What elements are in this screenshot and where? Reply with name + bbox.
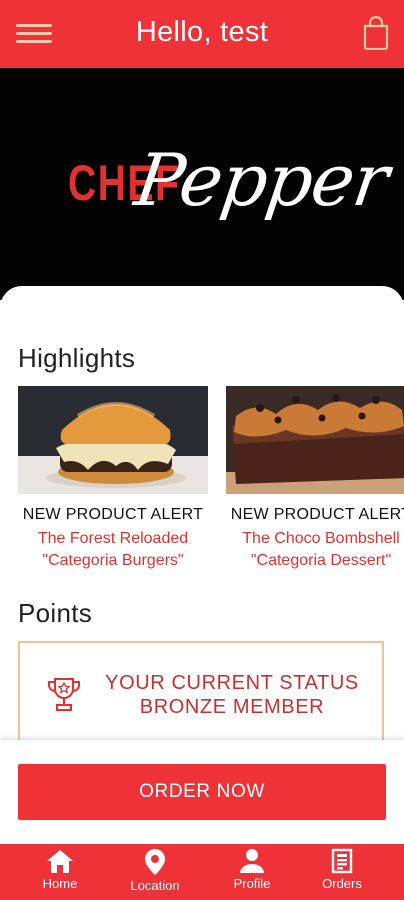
order-now-button[interactable]: ORDER NOW <box>18 764 386 820</box>
product-name: The Choco Bombshell <box>242 530 400 547</box>
status-text: YOUR CURRENT STATUS BRONZE MEMBER <box>92 671 372 719</box>
nav-item-location[interactable]: Location <box>115 844 195 900</box>
nav-label-orders: Orders <box>322 876 362 891</box>
product-alert-label: NEW PRODUCT ALERT <box>22 506 204 523</box>
logo-pepper-text: Pepper <box>130 138 393 222</box>
points-status-card[interactable]: YOUR CURRENT STATUS BRONZE MEMBER <box>18 641 384 746</box>
product-name: The Forest Reloaded <box>37 530 189 547</box>
nav-item-orders[interactable]: Orders <box>302 844 382 900</box>
order-bar: ORDER NOW <box>0 740 404 844</box>
burger-photo <box>18 386 208 494</box>
orders-icon <box>331 848 353 874</box>
nav-item-profile[interactable]: Profile <box>212 844 292 900</box>
chocolate-cake-photo <box>226 386 404 494</box>
bottom-navigation: Home Location Profile Orders <box>0 844 404 900</box>
product-alert-label: NEW PRODUCT ALERT <box>230 506 404 523</box>
nav-label-profile: Profile <box>233 876 271 891</box>
profile-icon <box>240 849 264 873</box>
highlight-card-burger[interactable]: NEW PRODUCT ALERT The Forest Reloaded "C… <box>18 386 208 570</box>
status-heading: YOUR CURRENT STATUS <box>105 672 359 694</box>
home-icon <box>47 850 73 873</box>
highlights-title: Highlights <box>18 343 136 373</box>
hero-banner: CHEF Pepper <box>0 68 404 300</box>
greeting-title: Hello, test <box>135 16 269 48</box>
nav-label-location: Location <box>130 878 180 893</box>
app-header: Hello, test <box>0 0 404 68</box>
content-card: Highlights NEW PRODUCT ALERT The Forest … <box>0 286 404 746</box>
trophy-icon <box>46 675 82 715</box>
location-pin-icon <box>145 849 165 875</box>
shopping-bag-icon[interactable] <box>362 15 390 51</box>
points-title: Points <box>18 598 93 628</box>
nav-label-home: Home <box>42 876 78 891</box>
product-category: "Categoria Dessert" <box>250 552 392 569</box>
membership-level: BRONZE MEMBER <box>139 696 325 718</box>
product-category: "Categoria Burgers" <box>42 552 184 569</box>
nav-item-home[interactable]: Home <box>20 844 100 900</box>
highlight-card-dessert[interactable]: NEW PRODUCT ALERT The Choco Bombshell "C… <box>226 386 404 570</box>
